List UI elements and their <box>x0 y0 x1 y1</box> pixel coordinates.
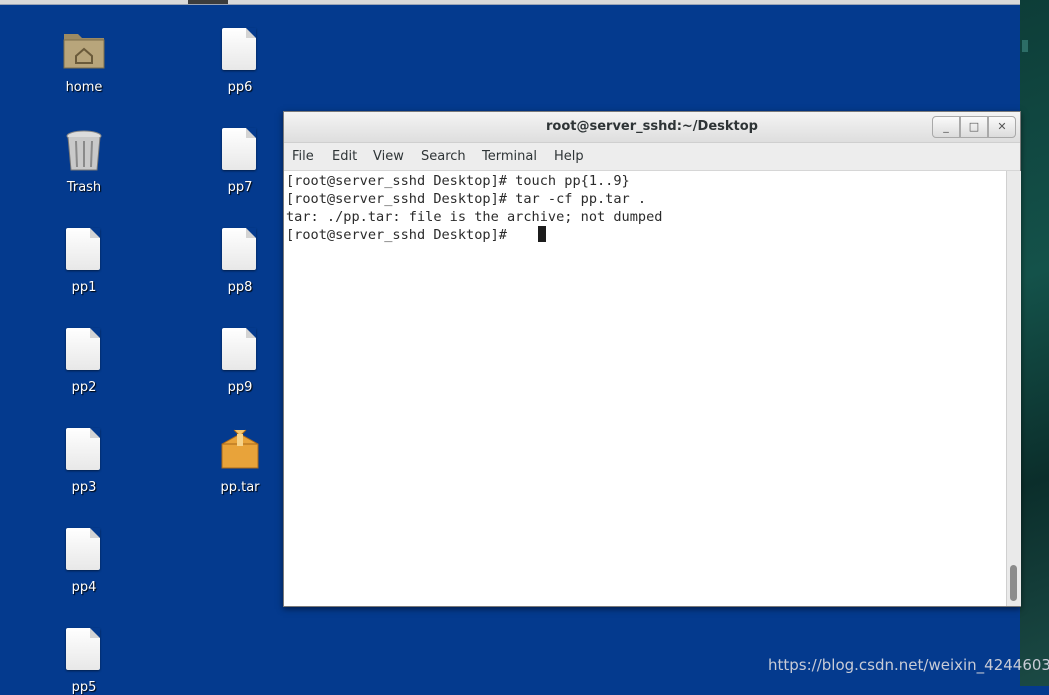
desktop-icon-label: pp3 <box>71 480 97 495</box>
menu-bar: File Edit View Search Terminal Help <box>284 143 1020 171</box>
watermark-text: https://blog.csdn.net/weixin_42446031 <box>768 656 1049 674</box>
minimize-button[interactable]: _ <box>932 116 960 138</box>
desktop-icon-label: pp9 <box>227 380 253 395</box>
desktop-icon-pp2[interactable]: pp2 <box>34 326 134 395</box>
terminal-line: [root@server_sshd Desktop]# touch pp{1..… <box>286 173 630 189</box>
desktop-icon-pp7[interactable]: pp7 <box>190 126 290 195</box>
desktop-icon-pp4[interactable]: pp4 <box>34 526 134 595</box>
desktop-icon-pp6[interactable]: pp6 <box>190 26 290 95</box>
menu-search[interactable]: Search <box>421 143 466 170</box>
desktop-icon-home[interactable]: home <box>34 26 134 95</box>
desktop-icon-label: pp7 <box>227 180 253 195</box>
terminal-window[interactable]: root@server_sshd:~/Desktop _ □ ✕ File Ed… <box>283 111 1021 607</box>
scrollbar-thumb[interactable] <box>1010 565 1017 601</box>
desktop-icon-label: pp2 <box>71 380 97 395</box>
home-folder-icon <box>60 26 108 74</box>
desktop-icon-label: pp.tar <box>220 480 260 495</box>
window-title: root@server_sshd:~/Desktop <box>546 119 758 134</box>
document-icon <box>60 326 108 374</box>
document-icon <box>60 626 108 674</box>
trash-icon <box>60 126 108 174</box>
archive-package-icon <box>216 426 264 474</box>
document-icon <box>60 226 108 274</box>
desktop-icon-label: pp4 <box>71 580 97 595</box>
desktop-icon-pp-tar[interactable]: pp.tar <box>190 426 290 495</box>
desktop-icon-trash[interactable]: Trash <box>34 126 134 195</box>
top-panel-tab[interactable] <box>188 0 228 4</box>
desktop-icon-label: pp1 <box>71 280 97 295</box>
top-panel <box>0 0 1020 5</box>
menu-edit[interactable]: Edit <box>332 143 357 170</box>
close-button[interactable]: ✕ <box>988 116 1016 138</box>
document-icon <box>216 326 264 374</box>
desktop-icon-pp1[interactable]: pp1 <box>34 226 134 295</box>
terminal-output[interactable]: [root@server_sshd Desktop]# touch pp{1..… <box>284 171 1006 606</box>
maximize-button[interactable]: □ <box>960 116 988 138</box>
terminal-line: [root@server_sshd Desktop]# tar -cf pp.t… <box>286 191 647 207</box>
menu-view[interactable]: View <box>373 143 404 170</box>
desktop-icon-label: pp8 <box>227 280 253 295</box>
secondary-desktop-strip <box>1020 0 1049 686</box>
desktop-icon-label: Trash <box>66 180 102 195</box>
desktop-icon-pp8[interactable]: pp8 <box>190 226 290 295</box>
desktop-icon-pp5[interactable]: pp5 <box>34 626 134 695</box>
menu-terminal[interactable]: Terminal <box>482 143 537 170</box>
terminal-titlebar[interactable]: root@server_sshd:~/Desktop _ □ ✕ <box>284 112 1020 143</box>
terminal-prompt-line: [root@server_sshd Desktop]# <box>286 227 516 243</box>
desktop-icon-label: home <box>65 80 103 95</box>
desktop-icon-pp3[interactable]: pp3 <box>34 426 134 495</box>
desktop-icon-label: pp5 <box>71 680 97 695</box>
document-icon <box>216 226 264 274</box>
document-icon <box>60 426 108 474</box>
document-icon <box>216 126 264 174</box>
text-cursor <box>538 226 546 242</box>
menu-file[interactable]: File <box>292 143 314 170</box>
desktop-icon-pp9[interactable]: pp9 <box>190 326 290 395</box>
desktop-icon-label: pp6 <box>227 80 253 95</box>
terminal-line: tar: ./pp.tar: file is the archive; not … <box>286 209 663 225</box>
vertical-scrollbar[interactable] <box>1006 171 1021 606</box>
document-icon <box>216 26 264 74</box>
menu-help[interactable]: Help <box>554 143 584 170</box>
document-icon <box>60 526 108 574</box>
